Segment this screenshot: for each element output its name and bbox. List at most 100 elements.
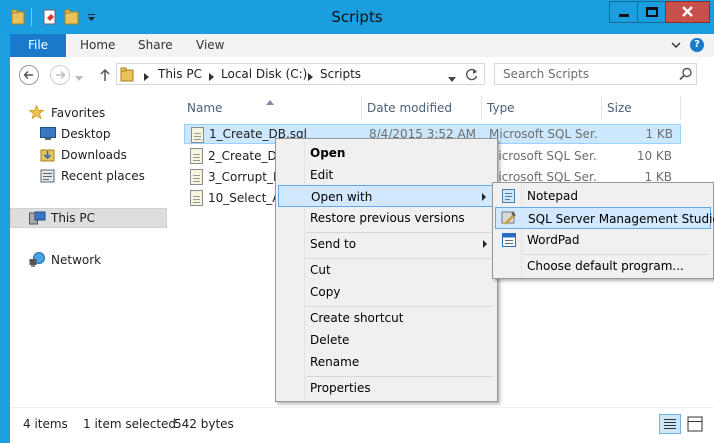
open-with-submenu: Notepad SQL Server Management Studio Wor… bbox=[492, 182, 714, 279]
menu-restore-previous-versions[interactable]: Restore previous versions bbox=[278, 207, 495, 229]
help-icon[interactable]: ? bbox=[690, 38, 704, 52]
notepad-icon bbox=[502, 189, 515, 203]
tab-file[interactable]: File bbox=[10, 34, 66, 57]
network-icon bbox=[29, 252, 45, 267]
downloads-icon bbox=[40, 149, 55, 162]
sql-file-icon bbox=[190, 190, 203, 206]
breadcrumb-separator-icon[interactable] bbox=[308, 70, 313, 84]
nav-recent-places-label: Recent places bbox=[61, 169, 145, 183]
menu-edit[interactable]: Edit bbox=[278, 164, 495, 186]
status-selection: 1 item selected bbox=[83, 417, 177, 431]
context-menu: Open Edit Open with Restore previous ver… bbox=[275, 138, 498, 402]
folder-icon bbox=[120, 67, 134, 85]
large-icons-view-button[interactable] bbox=[685, 414, 705, 434]
column-divider[interactable] bbox=[361, 96, 362, 120]
wordpad-icon bbox=[502, 233, 516, 247]
submenu-arrow-icon bbox=[483, 240, 487, 248]
up-button[interactable] bbox=[98, 66, 112, 84]
close-button[interactable] bbox=[665, 1, 710, 23]
column-divider[interactable] bbox=[601, 96, 602, 120]
menu-open-with-label: Open with bbox=[311, 190, 373, 204]
ssms-icon bbox=[501, 211, 516, 225]
status-bar: 4 items 1 item selected 542 bytes bbox=[10, 407, 714, 443]
nav-downloads-label: Downloads bbox=[61, 148, 127, 162]
up-arrow-icon bbox=[100, 68, 110, 81]
menu-open[interactable]: Open bbox=[278, 142, 495, 164]
breadcrumb-this-pc[interactable]: This PC bbox=[158, 67, 202, 81]
nav-this-pc-label: This PC bbox=[51, 211, 95, 225]
tab-share[interactable]: Share bbox=[138, 34, 173, 57]
sql-file-icon bbox=[191, 127, 204, 143]
column-header-name[interactable]: Name bbox=[187, 96, 222, 120]
column-divider[interactable] bbox=[680, 96, 681, 120]
forward-button[interactable] bbox=[50, 65, 70, 85]
menu-delete[interactable]: Delete bbox=[278, 329, 495, 351]
navigation-pane: Favorites Desktop Downloads Recent place… bbox=[10, 92, 170, 407]
ribbon-tabs: File Home Share View ? bbox=[10, 34, 714, 58]
recent-locations-icon[interactable] bbox=[75, 71, 83, 85]
sql-file-icon bbox=[190, 169, 203, 185]
back-arrow-icon bbox=[23, 70, 33, 80]
details-view-button[interactable] bbox=[659, 414, 681, 434]
address-bar[interactable]: This PC Local Disk (C:) Scripts bbox=[116, 63, 485, 85]
nav-this-pc[interactable]: This PC bbox=[10, 208, 167, 228]
submenu-wordpad-label: WordPad bbox=[527, 233, 580, 247]
breadcrumb-scripts[interactable]: Scripts bbox=[320, 67, 361, 81]
column-header-size[interactable]: Size bbox=[607, 96, 632, 120]
submenu-notepad-label: Notepad bbox=[527, 189, 578, 203]
minimize-icon bbox=[619, 14, 629, 17]
nav-desktop-label: Desktop bbox=[61, 127, 111, 141]
menu-open-with[interactable]: Open with bbox=[278, 185, 495, 207]
refresh-icon bbox=[466, 68, 478, 81]
close-icon bbox=[682, 6, 693, 17]
status-item-count: 4 items bbox=[23, 417, 68, 431]
menu-send-to[interactable]: Send to bbox=[278, 233, 495, 255]
nav-network-label: Network bbox=[51, 253, 102, 267]
sort-indicator-icon bbox=[266, 94, 274, 108]
menu-send-to-label: Send to bbox=[310, 237, 357, 251]
submenu-arrow-icon bbox=[482, 193, 486, 201]
file-type: Microsoft SQL Ser... bbox=[488, 149, 598, 163]
star-icon bbox=[29, 105, 44, 120]
breadcrumb-separator-icon[interactable] bbox=[144, 70, 149, 84]
tab-view[interactable]: View bbox=[196, 34, 224, 57]
title-bar[interactable]: Scripts bbox=[0, 0, 714, 34]
large-icons-view-icon bbox=[687, 416, 703, 432]
refresh-button[interactable] bbox=[465, 67, 479, 81]
forward-arrow-icon bbox=[56, 70, 66, 80]
submenu-ssms-label: SQL Server Management Studio bbox=[528, 212, 714, 226]
file-type: Microsoft SQL Ser... bbox=[489, 127, 599, 141]
menu-create-shortcut[interactable]: Create shortcut bbox=[278, 307, 495, 329]
menu-properties[interactable]: Properties bbox=[278, 377, 495, 399]
submenu-ssms[interactable]: SQL Server Management Studio bbox=[495, 207, 714, 229]
submenu-choose-default[interactable]: Choose default program... bbox=[495, 255, 711, 277]
search-input[interactable]: Search Scripts bbox=[494, 63, 697, 85]
submenu-wordpad[interactable]: WordPad bbox=[495, 229, 711, 251]
maximize-button[interactable] bbox=[637, 1, 666, 23]
minimize-button[interactable] bbox=[609, 1, 638, 23]
column-header-type[interactable]: Type bbox=[487, 96, 515, 120]
menu-rename[interactable]: Rename bbox=[278, 351, 495, 373]
nav-favorites-label: Favorites bbox=[51, 106, 106, 120]
back-button[interactable] bbox=[19, 65, 39, 85]
file-size: 1 KB bbox=[645, 127, 673, 141]
breadcrumb-separator-icon[interactable] bbox=[209, 70, 214, 84]
menu-copy[interactable]: Copy bbox=[278, 281, 495, 303]
explorer-window: Scripts File Home Share View ? This PC L… bbox=[0, 0, 714, 443]
tab-home[interactable]: Home bbox=[80, 34, 115, 57]
recent-places-icon bbox=[40, 169, 55, 183]
address-dropdown-icon[interactable] bbox=[448, 72, 456, 86]
maximize-icon bbox=[646, 7, 658, 17]
sql-file-icon bbox=[190, 148, 203, 164]
menu-cut[interactable]: Cut bbox=[278, 259, 495, 281]
details-view-icon bbox=[664, 419, 676, 429]
window-title: Scripts bbox=[331, 8, 383, 26]
breadcrumb-local-disk[interactable]: Local Disk (C:) bbox=[221, 67, 307, 81]
column-divider[interactable] bbox=[481, 96, 482, 120]
computer-icon bbox=[29, 211, 46, 225]
navigation-bar: This PC Local Disk (C:) Scripts Search S… bbox=[10, 57, 714, 92]
file-size: 10 KB bbox=[636, 149, 672, 163]
submenu-notepad[interactable]: Notepad bbox=[495, 185, 711, 207]
column-header-date[interactable]: Date modified bbox=[367, 96, 452, 120]
expand-ribbon-icon[interactable] bbox=[670, 39, 682, 51]
